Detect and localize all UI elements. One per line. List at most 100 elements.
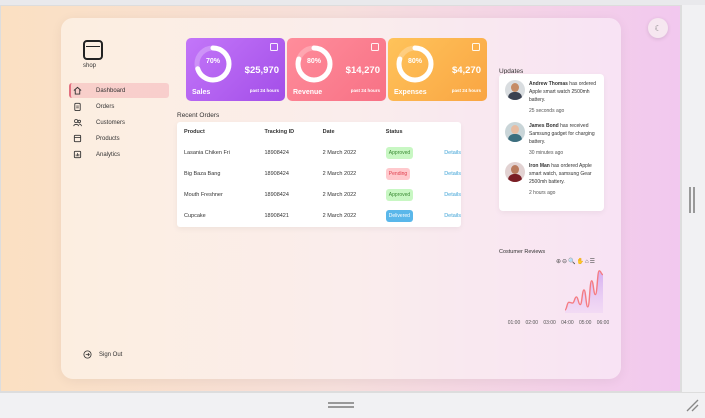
reviews-chart: 01:00 02:00 03:00 04:00 05:00 06:00 — [508, 270, 609, 326]
orders-table: Product Tracking ID Date Status Lasania … — [177, 122, 461, 227]
status-cell: Delivered — [379, 205, 437, 226]
table-row: Big Baza Bang 18908424 2 March 2022 Pend… — [177, 163, 461, 184]
sidebar-nav: Dashboard Orders Customers Products Anal… — [69, 83, 169, 163]
date-cell: 2 March 2022 — [322, 212, 357, 219]
product-cell: Lasania Chiken Fri — [184, 149, 230, 156]
update-time: 30 minutes ago — [529, 150, 564, 156]
users-icon — [73, 118, 82, 127]
table-row: Mouth Freshner 18908424 2 March 2022 App… — [177, 184, 461, 205]
dashboard-card: shop Dashboard Orders Customers Products — [61, 18, 621, 379]
action-cell: Details — [437, 142, 461, 163]
moon-icon: ☾ — [654, 23, 662, 33]
sidebar-item-dashboard[interactable]: Dashboard — [69, 83, 169, 98]
x-tick-label: 06:00 — [597, 320, 609, 326]
clipboard-icon — [472, 43, 480, 51]
status-cell: Approved — [379, 184, 437, 205]
sidebar-item-customers[interactable]: Customers — [69, 115, 169, 130]
update-item: James Bond has received Samsung gadget f… — [505, 122, 601, 157]
update-name: James Bond — [529, 123, 559, 129]
x-tick-label: 05:00 — [579, 320, 592, 326]
column-header — [437, 122, 461, 142]
action-cell: Details — [437, 184, 461, 205]
sales-period: past 24 hours — [249, 88, 279, 93]
x-tick-label: 02:00 — [526, 320, 539, 326]
revenue-percent: 80% — [306, 58, 321, 65]
sales-value: $25,970 — [244, 65, 279, 76]
expenses-card[interactable]: 80% $4,270 Expenses past 24 hours — [388, 38, 487, 101]
update-time: 2 hours ago — [529, 190, 556, 196]
sidebar-item-label: Customers — [96, 119, 126, 126]
sidebar-item-products[interactable]: Products — [69, 131, 169, 146]
action-cell: Details — [437, 205, 461, 226]
home-icon — [73, 86, 82, 95]
update-item: Andrew Thomas has ordered Apple smart wa… — [505, 80, 601, 115]
revenue-card[interactable]: 80% $14,270 Revenue past 24 hours — [287, 38, 386, 101]
cart-icon — [371, 43, 379, 51]
x-tick-label: 01:00 — [508, 320, 521, 326]
date-cell: 2 March 2022 — [322, 149, 357, 156]
update-item: Iron Man has ordered Apple smart watch, … — [505, 162, 601, 197]
details-link[interactable]: Details — [444, 192, 461, 198]
dollar-icon — [270, 43, 278, 51]
expenses-period: past 24 hours — [451, 88, 481, 93]
horizontal-resize-handle[interactable] — [328, 402, 354, 408]
revenue-value: $14,270 — [345, 65, 380, 76]
logo-text: shop — [83, 63, 97, 69]
revenue-title: Revenue — [293, 89, 323, 96]
sidebar-item-label: Analytics — [96, 151, 121, 158]
column-header: Product — [184, 129, 205, 135]
avatar — [505, 162, 525, 182]
update-name: Iron Man — [529, 163, 550, 169]
date-cell: 2 March 2022 — [322, 191, 357, 198]
sales-card[interactable]: 70% $25,970 Sales past 24 hours — [186, 38, 285, 101]
table-row: Lasania Chiken Fri 18908424 2 March 2022… — [177, 142, 461, 163]
tracking-cell: 18908424 — [264, 191, 289, 198]
bottom-drag-bar[interactable] — [0, 392, 705, 418]
box-icon — [73, 134, 82, 143]
revenue-period: past 24 hours — [350, 88, 380, 93]
status-badge: Delivered — [385, 209, 413, 222]
theme-toggle-button[interactable]: ☾ — [648, 18, 668, 38]
sidebar-item-orders[interactable]: Orders — [69, 99, 169, 114]
avatar — [505, 80, 525, 100]
details-link[interactable]: Details — [444, 213, 461, 219]
status-badge: Pending — [385, 167, 411, 180]
product-cell: Big Baza Bang — [184, 170, 221, 177]
sign-out-icon — [83, 350, 92, 359]
details-link[interactable]: Details — [444, 150, 461, 156]
reviews-title: Costumer Reviews — [499, 249, 546, 255]
update-text: Iron Man has ordered Apple smart watch, … — [529, 162, 601, 197]
action-cell: Details — [437, 163, 461, 184]
right-scroll-rail[interactable] — [681, 5, 705, 392]
tracking-cell: 18908421 — [264, 212, 289, 219]
sidebar-item-label: Orders — [96, 103, 115, 110]
x-tick-label: 04:00 — [561, 320, 574, 326]
status-cell: Pending — [379, 163, 437, 184]
avatar — [505, 122, 525, 142]
resize-grip-icon[interactable] — [685, 398, 699, 412]
column-header: Tracking ID — [264, 129, 295, 135]
table-row: Cupcake 18908421 2 March 2022 Delivered … — [177, 205, 461, 226]
sign-out-button[interactable]: Sign Out — [83, 350, 122, 359]
column-header: Status — [385, 129, 403, 135]
tracking-cell: 18908424 — [264, 170, 289, 177]
update-text: Andrew Thomas has ordered Apple smart wa… — [529, 80, 601, 115]
sidebar-item-label: Dashboard — [96, 87, 126, 94]
vertical-resize-handle[interactable] — [689, 187, 695, 213]
sidebar-item-label: Products — [96, 135, 120, 142]
details-link[interactable]: Details — [444, 171, 461, 177]
updates-panel: Andrew Thomas has ordered Apple smart wa… — [499, 74, 604, 211]
product-cell: Mouth Freshner — [184, 191, 223, 198]
date-cell: 2 March 2022 — [322, 170, 357, 177]
status-badge: Approved — [385, 146, 414, 159]
sales-title: Sales — [192, 89, 211, 96]
sales-percent: 70% — [205, 58, 220, 65]
expenses-title: Expenses — [394, 89, 427, 96]
clipboard-icon — [73, 102, 82, 111]
x-tick-label: 03:00 — [543, 320, 556, 326]
sidebar-item-analytics[interactable]: Analytics — [69, 147, 169, 162]
shopping-bag-icon — [83, 40, 103, 60]
sign-out-label: Sign Out — [99, 351, 123, 358]
status-badge: Approved — [385, 188, 414, 201]
chart-icon — [73, 150, 82, 159]
